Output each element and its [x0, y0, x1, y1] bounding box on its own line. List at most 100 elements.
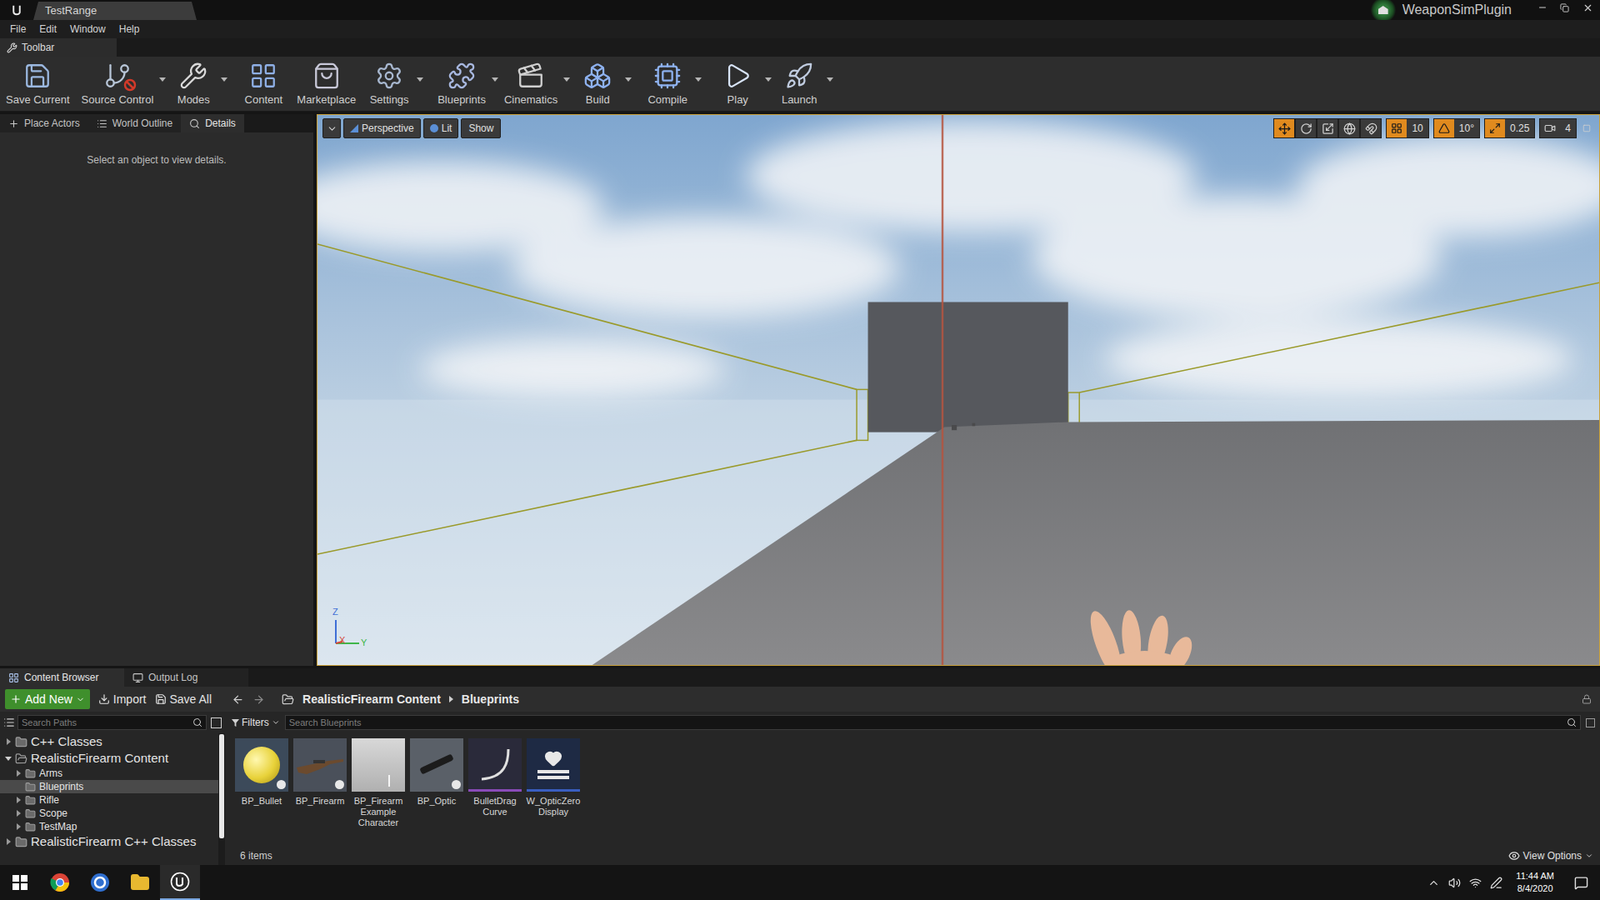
toolbar-button[interactable]: Settings [361, 58, 417, 110]
menu-item[interactable]: Window [63, 21, 113, 37]
add-new-button[interactable]: Add New [5, 689, 90, 710]
folder-tree-item[interactable]: Rifle [0, 793, 219, 807]
taskbar-app[interactable] [160, 865, 200, 900]
toolbar-button[interactable]: Compile [640, 58, 695, 110]
toolbar-button[interactable]: Marketplace [290, 58, 362, 110]
level-viewport[interactable]: PerspectiveLitShow1010°0.254ZXY [316, 114, 1600, 666]
toolbar-button[interactable]: Save Current [0, 58, 76, 110]
toolbar-dropdown-arrow[interactable] [491, 77, 499, 82]
menu-item[interactable]: Help [112, 21, 147, 37]
maximize-viewport-button[interactable] [1579, 118, 1595, 139]
toolbar-button[interactable]: Content [235, 58, 291, 110]
restore-button[interactable] [1553, 0, 1575, 15]
bottom-tab[interactable]: Output Log [124, 668, 249, 687]
surface-snap-icon [1365, 122, 1378, 135]
search-assets-field[interactable]: Search Blueprints [285, 715, 1581, 730]
folder-tree-item[interactable]: Arms [0, 766, 219, 780]
filters-button[interactable]: Filters [231, 715, 280, 730]
toolbar-button[interactable]: Launch [771, 58, 827, 110]
toolbar-dropdown-arrow[interactable] [695, 77, 702, 82]
bottom-tab[interactable]: Content Browser [0, 668, 125, 687]
toolbar-tab[interactable]: Toolbar [0, 38, 117, 57]
menu-item[interactable]: Edit [32, 21, 64, 37]
transform-tool-button[interactable] [1338, 118, 1360, 139]
asset-tile[interactable]: W_OpticZeroDisplay [526, 738, 580, 847]
view-mode-button[interactable]: Perspective [343, 118, 421, 139]
toolbar-button[interactable]: Build [570, 58, 625, 110]
panel-tab[interactable]: World Outline [88, 114, 181, 133]
chevron-down-icon [271, 718, 280, 727]
asset-tile[interactable]: BP_FirearmExampleCharacter [351, 738, 405, 847]
viewport-options-button[interactable] [322, 118, 341, 139]
sources-toggle-icon[interactable] [3, 716, 15, 729]
taskbar-app[interactable] [40, 865, 80, 900]
folder-tree-item[interactable]: TestMap [0, 820, 219, 834]
optic-thumbnail [410, 738, 464, 792]
view-options-button[interactable]: View Options [1508, 848, 1594, 864]
transform-tool-button[interactable] [1273, 118, 1295, 139]
modes-icon [179, 61, 208, 90]
snap-control[interactable]: 4 [1539, 118, 1577, 139]
toolbar-button[interactable]: Cinematics [498, 58, 564, 110]
asset-tile[interactable]: BP_Optic [410, 738, 464, 847]
panel-tab[interactable]: Place Actors [0, 114, 89, 133]
details-panel: Place ActorsWorld OutlineDetailsSelect a… [0, 114, 314, 666]
app-icon [90, 872, 110, 893]
transform-tool-button[interactable] [1316, 118, 1339, 139]
toolbar-dropdown-arrow[interactable] [826, 77, 834, 82]
show-button[interactable]: Show [460, 118, 501, 139]
toolbar-dropdown-arrow[interactable] [159, 77, 166, 82]
toolbar-dropdown-arrow[interactable] [220, 77, 228, 82]
asset-tile[interactable]: BP_Bullet [235, 738, 289, 847]
folder-open-icon [15, 752, 28, 765]
toolbar-dropdown-arrow[interactable] [625, 77, 632, 82]
asset-tile[interactable]: BulletDragCurve [468, 738, 522, 847]
lock-icon[interactable] [1581, 694, 1592, 705]
close-button[interactable] [1575, 0, 1600, 15]
folder-tree-item[interactable]: Blueprints [0, 780, 219, 794]
forward-icon[interactable] [252, 693, 265, 706]
launch-icon [785, 61, 814, 90]
toolbar-dropdown-arrow[interactable] [765, 77, 772, 82]
toolbar-dropdown-arrow[interactable] [563, 77, 570, 82]
toolbar-button[interactable]: Play [710, 58, 765, 110]
start-button[interactable] [0, 865, 40, 900]
volume-icon[interactable] [1448, 876, 1461, 890]
snap-control[interactable]: 0.25 [1484, 118, 1535, 139]
snap-control[interactable]: 10 [1385, 118, 1429, 139]
pen-icon[interactable] [1490, 876, 1503, 890]
transform-tool-button[interactable] [1360, 118, 1382, 139]
save-all-button[interactable]: Save All [155, 690, 213, 709]
panel-tab[interactable]: Details [180, 114, 245, 133]
transform-tool-button[interactable] [1295, 118, 1317, 139]
folder-tree-item[interactable]: C++ Classes [0, 733, 219, 750]
folder-tree-item[interactable]: RealisticFirearm C++ Classes [0, 833, 219, 850]
toolbar-button[interactable]: Blueprints [431, 58, 492, 110]
breadcrumb-item[interactable]: RealisticFirearm Content [302, 690, 441, 709]
menu-item[interactable]: File [3, 21, 33, 37]
asset-tile[interactable]: BP_Firearm [293, 738, 347, 847]
breadcrumb-item[interactable]: Blueprints [461, 690, 520, 709]
show-hidden-icons-icon[interactable] [1427, 876, 1440, 890]
toolbar-button[interactable]: Source Control [75, 58, 160, 110]
tree-scrollbar[interactable] [218, 733, 225, 865]
search-paths-field[interactable]: Search Paths [17, 715, 207, 730]
taskbar-app[interactable] [120, 865, 160, 900]
lighting-mode-button[interactable]: Lit [423, 118, 460, 139]
back-icon[interactable] [231, 693, 245, 706]
folder-tree-item[interactable]: Scope [0, 806, 219, 820]
snap-control[interactable]: 10° [1433, 118, 1480, 139]
minimize-button[interactable] [1531, 0, 1554, 15]
collapsed-arrow-icon [16, 770, 21, 777]
project-badge: WeaponSimPlugin [1370, 0, 1532, 20]
clock[interactable]: 11:44 AM8/4/2020 [1510, 870, 1560, 895]
toolbar-button[interactable]: Modes [165, 58, 221, 110]
import-button[interactable]: Import [98, 690, 147, 709]
toolbar-dropdown-arrow[interactable] [416, 77, 424, 82]
folder-tree-item[interactable]: RealisticFirearm Content [0, 750, 219, 767]
notifications-icon[interactable] [1574, 875, 1589, 890]
viewport-toolbar: PerspectiveLitShow [322, 118, 501, 139]
network-icon[interactable] [1469, 876, 1482, 890]
taskbar-app[interactable] [80, 865, 120, 900]
level-tab[interactable]: TestRange [33, 1, 197, 20]
